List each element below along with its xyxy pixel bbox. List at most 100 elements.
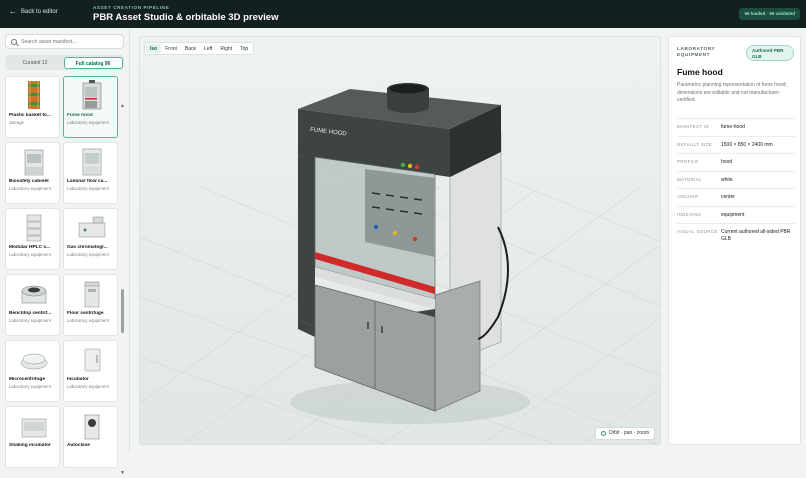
view-front-button[interactable]: Front [161, 44, 181, 53]
autoclave-icon [64, 408, 117, 442]
floor-centrifuge-icon [64, 276, 117, 310]
asset-category: Laboratory equipment [67, 384, 109, 389]
scrollbar-thumb[interactable] [121, 289, 124, 333]
asset-category: Laboratory equipment [67, 186, 109, 191]
laminar-flow-icon [64, 144, 117, 178]
property-key: DEFAULT SIZE [677, 141, 713, 147]
scroll-up-icon[interactable]: ▲ [120, 104, 125, 109]
property-value: 1500 × 850 × 2400 mm [721, 141, 773, 148]
property-value: white [721, 176, 733, 183]
asset-name: Biosafety cabinet [9, 179, 49, 184]
property-key: ANCHOR [677, 194, 699, 199]
orbit-hint-label: Orbit · pan · zoom [608, 430, 649, 436]
view-toolbar: Iso Front Back Left Right Top [144, 42, 255, 55]
fume-hood-icon [64, 78, 117, 112]
asset-sidebar: Curated 12 Full catalog 96 Plastic baske… [0, 28, 130, 476]
pbr-badge: Authored PBR GLB [746, 45, 794, 61]
asset-name: Floor centrifuge [67, 311, 104, 316]
incubator-icon [64, 342, 117, 376]
asset-name: Incubator [67, 377, 89, 382]
search-input[interactable] [21, 38, 121, 45]
search-box[interactable] [5, 34, 124, 49]
asset-description: Parametric planning representation of fu… [677, 82, 787, 103]
property-key: INDEXING [677, 211, 702, 217]
property-key: MATERIAL [677, 176, 702, 182]
search-icon [11, 38, 17, 45]
asset-card[interactable]: Laminar flow ca... Laboratory equipment [63, 142, 118, 204]
asset-name: Fume hood [67, 113, 93, 118]
asset-name: Modular HPLC s... [9, 245, 51, 250]
property-value: fume-hood [721, 124, 745, 130]
property-value: Current authored all-sided PBR GLB [721, 229, 791, 242]
asset-title: Fume hood [677, 67, 723, 77]
shaking-incubator-icon [6, 408, 59, 442]
asset-name: Microcentrifuge [9, 377, 45, 382]
asset-card[interactable]: Modular HPLC s... Laboratory equipment [5, 208, 60, 270]
asset-category: Laboratory equipment [9, 252, 51, 257]
asset-name: Laminar flow ca... [67, 179, 108, 184]
view-back-button[interactable]: Back [181, 44, 200, 53]
property-row: ANCHOR center [677, 188, 795, 206]
property-row: MATERIAL white [677, 170, 795, 189]
tab-curated[interactable]: Curated 12 [7, 57, 64, 69]
scroll-down-icon[interactable]: ▼ [120, 471, 125, 476]
property-key: MANIFEST ID [677, 124, 710, 129]
asset-card[interactable]: Biosafety cabinet Laboratory equipment [5, 142, 60, 204]
back-label: Back to editor [21, 9, 58, 15]
asset-name: Plastic basket to... [9, 113, 51, 118]
view-left-button[interactable]: Left [200, 44, 216, 53]
property-row: PROFILE hood [677, 153, 795, 171]
asset-card[interactable]: Microcentrifuge Laboratory equipment [5, 340, 60, 402]
view-right-button[interactable]: Right [216, 44, 236, 53]
asset-card[interactable]: Floor centrifuge Laboratory equipment [63, 274, 118, 336]
benchtop-centrifuge-icon [6, 276, 59, 310]
status-badge: 96 loaded · 96 validated [739, 8, 800, 20]
asset-card[interactable]: Plastic basket to... Storage [5, 76, 60, 138]
tab-full-catalog[interactable]: Full catalog 96 [63, 56, 123, 69]
asset-category: Storage [9, 120, 25, 125]
catalog-tabs: Curated 12 Full catalog 96 [5, 55, 124, 70]
back-to-editor-button[interactable]: ← Back to editor [9, 7, 58, 16]
asset-card-selected[interactable]: Fume hood Laboratory equipment [63, 76, 118, 138]
orbit-hint: Orbit · pan · zoom [594, 427, 655, 440]
asset-name: Shaking incubator [9, 443, 51, 448]
property-row: INDEXING equipment [677, 205, 795, 224]
asset-category: Laboratory equipment [67, 252, 109, 257]
hplc-icon [6, 210, 59, 244]
asset-card[interactable]: Benchtop centrif... Laboratory equipment [5, 274, 60, 336]
basket-icon [6, 78, 59, 112]
3d-viewport[interactable]: FUME HOOD Iso Front Back Left Right Top … [139, 36, 661, 445]
asset-card[interactable]: Autoclave [63, 406, 118, 468]
asset-name: Autoclave [67, 443, 90, 448]
property-row: VISUAL SOURCE Current authored all-sided … [677, 223, 795, 247]
asset-category-label: LABORATORY EQUIPMENT [677, 47, 716, 58]
property-value: hood [721, 159, 733, 165]
property-key: PROFILE [677, 159, 699, 164]
view-iso-button[interactable]: Iso [146, 44, 162, 53]
asset-category: Laboratory equipment [9, 186, 51, 191]
property-value: equipment [721, 211, 745, 218]
biosafety-cabinet-icon [6, 144, 59, 178]
asset-category: Laboratory equipment [67, 120, 109, 125]
page-title: PBR Asset Studio & orbitable 3D preview [93, 12, 279, 23]
arrow-left-icon: ← [9, 7, 17, 16]
asset-card[interactable]: Gas chromatogr... Laboratory equipment [63, 208, 118, 270]
asset-category: Laboratory equipment [9, 384, 51, 389]
sidebar-scrollbar[interactable]: ▲ ▼ [120, 104, 125, 476]
property-value: center [721, 194, 735, 200]
asset-name: Benchtop centrif... [9, 311, 52, 316]
scene-render: FUME HOOD [140, 37, 660, 444]
asset-card[interactable]: Shaking incubator [5, 406, 60, 468]
property-row: MANIFEST ID fume-hood [677, 118, 795, 136]
property-row: DEFAULT SIZE 1500 × 850 × 2400 mm [677, 135, 795, 154]
asset-detail-panel: LABORATORY EQUIPMENT Authored PBR GLB Fu… [668, 36, 801, 445]
asset-category: Laboratory equipment [9, 318, 51, 323]
asset-card[interactable]: Incubator Laboratory equipment [63, 340, 118, 402]
header-eyebrow: ASSET CREATION PIPELINE [93, 5, 170, 10]
app-header: ← Back to editor ASSET CREATION PIPELINE… [0, 0, 806, 28]
orbit-icon [600, 431, 606, 436]
asset-properties: MANIFEST ID fume-hood DEFAULT SIZE 1500 × … [677, 118, 795, 247]
microcentrifuge-icon [6, 342, 59, 376]
view-top-button[interactable]: Top [236, 44, 252, 53]
asset-name: Gas chromatogr... [67, 245, 108, 250]
